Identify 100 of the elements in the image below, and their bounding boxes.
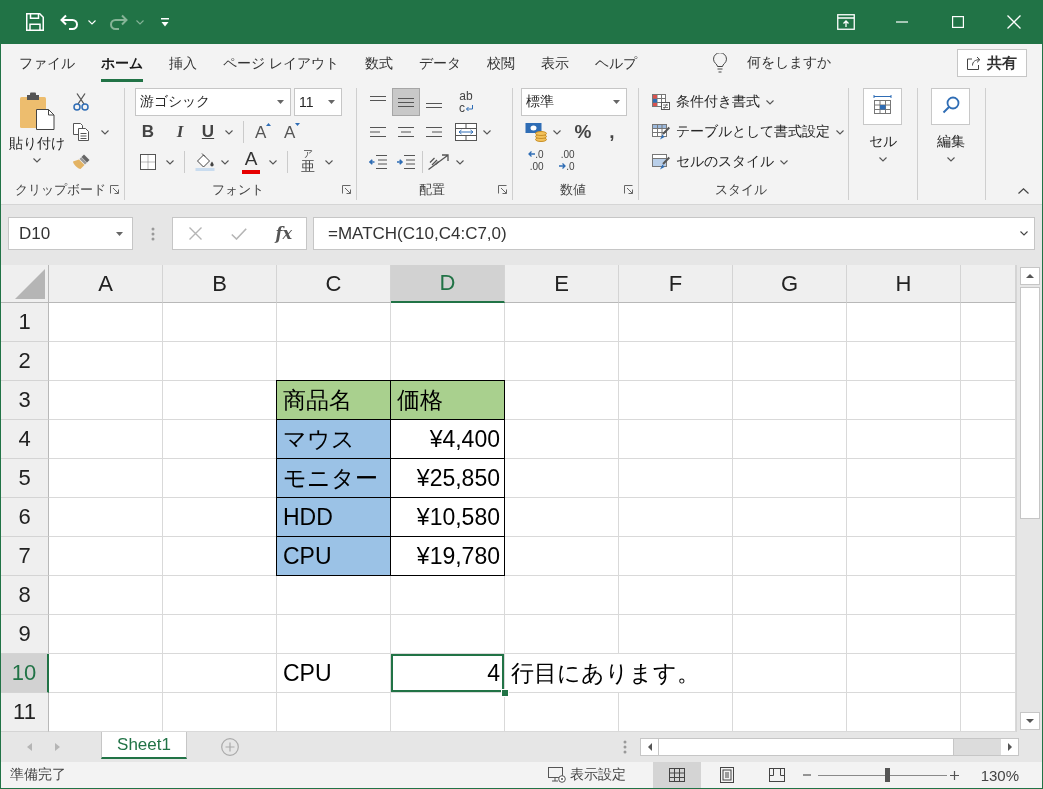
spreadsheet-cell[interactable] — [277, 303, 391, 342]
column-header[interactable]: G — [733, 265, 847, 303]
spreadsheet-cell[interactable] — [505, 381, 619, 420]
spreadsheet-cell[interactable] — [505, 537, 619, 576]
italic-button[interactable]: I — [167, 119, 193, 145]
font-color-button[interactable]: A — [239, 148, 263, 176]
spreadsheet-cell[interactable]: ¥4,400 — [391, 420, 505, 459]
spreadsheet-cell[interactable] — [505, 420, 619, 459]
row-header[interactable]: 8 — [1, 576, 49, 615]
chevron-down-icon[interactable] — [483, 129, 491, 135]
font-size-dropdown[interactable]: 11 — [294, 88, 342, 116]
display-settings-button[interactable]: 表示設定 — [548, 763, 626, 787]
fill-handle[interactable] — [501, 689, 509, 697]
spreadsheet-cell[interactable] — [391, 576, 505, 615]
align-middle-button[interactable] — [392, 88, 420, 116]
row-header[interactable]: 5 — [1, 459, 49, 498]
number-format-dropdown[interactable]: 標準 — [521, 88, 627, 116]
spreadsheet-cell[interactable] — [277, 615, 391, 654]
spreadsheet-cell[interactable]: CPU — [277, 654, 391, 693]
row-header[interactable]: 11 — [1, 693, 49, 732]
dialog-launcher-icon[interactable] — [624, 185, 633, 194]
dialog-launcher-icon[interactable] — [342, 185, 351, 194]
ribbon-tab[interactable]: 数式 — [364, 46, 393, 82]
dialog-launcher-icon[interactable] — [498, 185, 507, 194]
spreadsheet-cell[interactable]: 4 — [391, 654, 505, 693]
lightbulb-icon[interactable] — [713, 53, 727, 73]
chevron-down-icon[interactable] — [166, 159, 174, 165]
editing-button[interactable]: 編集 — [931, 88, 970, 200]
orientation-icon[interactable] — [427, 153, 449, 171]
scroll-left-button[interactable] — [641, 739, 658, 755]
chevron-down-icon[interactable] — [33, 158, 41, 163]
increase-decimal-button[interactable]: .0 .00 — [524, 148, 548, 176]
spreadsheet-cell[interactable]: 価格 — [391, 381, 505, 420]
dropdown-arrow-icon[interactable] — [328, 100, 335, 104]
spreadsheet-cell[interactable] — [847, 381, 961, 420]
chevron-down-icon[interactable] — [101, 129, 109, 135]
ribbon-display-icon[interactable] — [837, 14, 855, 30]
row-header[interactable]: 2 — [1, 342, 49, 381]
chevron-down-icon[interactable] — [225, 129, 233, 135]
bold-button[interactable]: B — [135, 119, 161, 145]
sheet-tab[interactable]: Sheet1 — [101, 732, 187, 759]
undo-icon[interactable] — [60, 14, 80, 30]
spreadsheet-cell[interactable]: 行目にあります。 — [505, 654, 733, 693]
shrink-font-button[interactable]: A — [281, 119, 305, 145]
ribbon-tab[interactable]: 表示 — [540, 46, 569, 82]
chevron-down-icon[interactable] — [456, 159, 464, 165]
merge-cells-icon[interactable] — [455, 123, 477, 141]
insert-function-button[interactable]: fx — [275, 224, 293, 243]
chevron-up-icon[interactable] — [1018, 188, 1029, 194]
customize-icon[interactable] — [160, 17, 170, 27]
column-header[interactable]: C — [277, 265, 391, 303]
spreadsheet-cell[interactable] — [847, 654, 961, 693]
dropdown-arrow-icon[interactable] — [116, 231, 123, 236]
spreadsheet-cell[interactable] — [847, 420, 961, 459]
name-box[interactable]: D10 — [8, 217, 133, 250]
spreadsheet-cell[interactable] — [49, 381, 163, 420]
column-header[interactable]: H — [847, 265, 961, 303]
save-icon[interactable] — [26, 13, 44, 31]
row-header[interactable]: 3 — [1, 381, 49, 420]
spreadsheet-cell[interactable] — [733, 459, 847, 498]
format-painter-icon[interactable] — [72, 154, 90, 170]
spreadsheet-cell[interactable] — [619, 537, 733, 576]
spreadsheet-cell[interactable] — [163, 654, 277, 693]
spreadsheet-cell[interactable] — [619, 342, 733, 381]
spreadsheet-cell[interactable]: ¥25,850 — [391, 459, 505, 498]
maximize-icon[interactable] — [952, 16, 964, 28]
phonetic-guide-button[interactable]: ア 亜 — [298, 148, 318, 176]
spreadsheet-cell[interactable] — [49, 537, 163, 576]
spreadsheet-cell[interactable] — [619, 615, 733, 654]
vertical-scrollbar[interactable] — [1016, 265, 1042, 732]
scroll-up-button[interactable] — [1019, 267, 1040, 285]
row-header[interactable]: 7 — [1, 537, 49, 576]
ribbon-tab[interactable]: ホーム — [101, 46, 143, 82]
spreadsheet-cell[interactable] — [733, 303, 847, 342]
spreadsheet-cell[interactable] — [847, 342, 961, 381]
spreadsheet-cell[interactable] — [505, 303, 619, 342]
plus-icon[interactable] — [950, 770, 959, 780]
slider-thumb[interactable] — [885, 768, 891, 782]
ribbon-tab[interactable]: 挿入 — [169, 46, 197, 82]
increase-indent-icon[interactable] — [397, 155, 415, 169]
chevron-down-icon[interactable] — [1020, 231, 1028, 236]
minus-icon[interactable] — [803, 774, 811, 776]
underline-button[interactable]: U — [195, 119, 221, 145]
spreadsheet-cell[interactable] — [505, 342, 619, 381]
spreadsheet-cell[interactable] — [619, 420, 733, 459]
spreadsheet-cell[interactable] — [733, 537, 847, 576]
close-icon[interactable] — [1007, 15, 1021, 29]
spreadsheet-cell[interactable] — [847, 615, 961, 654]
spreadsheet-cell[interactable] — [619, 459, 733, 498]
spreadsheet-cell[interactable]: 商品名 — [277, 381, 391, 420]
spreadsheet-cell[interactable] — [49, 420, 163, 459]
copy-icon[interactable] — [73, 123, 89, 141]
share-button[interactable]: 共有 — [957, 49, 1027, 77]
normal-view-button[interactable] — [653, 762, 701, 788]
scroll-down-button[interactable] — [1019, 712, 1040, 730]
minimize-icon[interactable] — [896, 21, 908, 23]
spreadsheet-cell[interactable]: HDD — [277, 498, 391, 537]
caret-left-icon[interactable] — [27, 743, 32, 751]
spreadsheet-cell[interactable] — [733, 615, 847, 654]
spreadsheet-cell[interactable] — [733, 498, 847, 537]
